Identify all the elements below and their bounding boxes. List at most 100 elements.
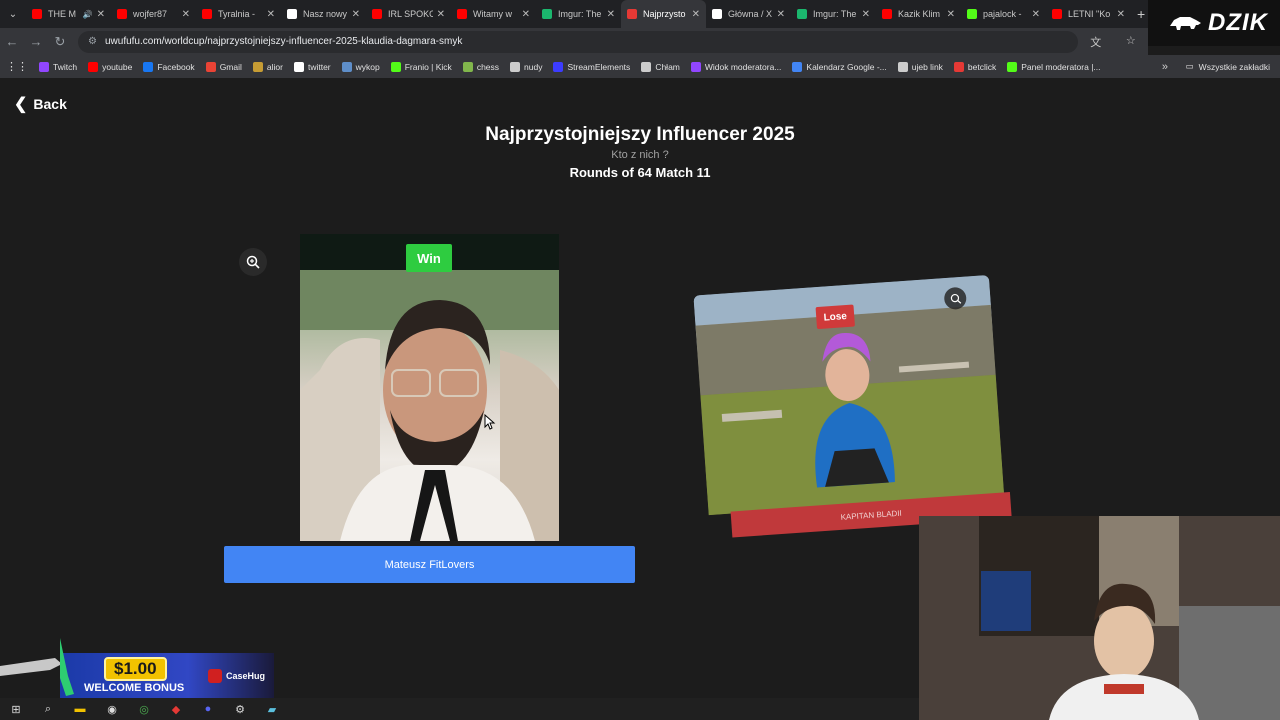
bookmark-label: Widok moderatora...	[704, 61, 782, 72]
search-icon[interactable]: ⌕	[32, 698, 64, 720]
tab-5[interactable]: Witamy w ✕	[451, 0, 536, 28]
webcam-illustration	[919, 516, 1280, 720]
back-button[interactable]: ❮ Back	[14, 94, 67, 114]
ad-brand: CaseHug	[208, 669, 265, 683]
tab-1[interactable]: wojfer87 ✕	[111, 0, 196, 28]
tab-12[interactable]: LETNI "Ko ✕	[1046, 0, 1131, 28]
bookmark-13[interactable]: Kalendarz Google -...	[792, 61, 887, 72]
tab-7[interactable]: Najprzysto ✕	[621, 0, 706, 28]
more-bookmarks-icon[interactable]: »	[1162, 55, 1168, 78]
settings-icon[interactable]: ⚙	[224, 698, 256, 720]
bookmark-8[interactable]: chess	[462, 61, 499, 72]
close-tab-icon[interactable]: ✕	[182, 9, 190, 20]
close-tab-icon[interactable]: ✕	[352, 9, 360, 20]
chrome-icon[interactable]: ◎	[128, 698, 160, 720]
close-tab-icon[interactable]: ✕	[267, 9, 275, 20]
tab-title: Kazik Klim	[898, 9, 941, 19]
tab-8[interactable]: Główna / X ✕	[706, 0, 791, 28]
new-tab-button[interactable]: +	[1137, 6, 1145, 22]
tab-4[interactable]: IRL SPOKO ✕	[366, 0, 451, 28]
bookmark-15[interactable]: betclick	[953, 61, 996, 72]
tab-0[interactable]: THE M 🔊 ✕	[26, 0, 111, 28]
close-tab-icon[interactable]: ✕	[97, 9, 105, 20]
bookmark-12[interactable]: Widok moderatora...	[690, 61, 782, 72]
close-tab-icon[interactable]: ✕	[862, 9, 870, 20]
bookmark-favicon-icon	[897, 61, 908, 72]
bookmarks-bar: ⋮⋮ Twitch youtube Facebook Gmail alior twitte…	[0, 55, 1280, 78]
app-icon[interactable]: ◉	[96, 698, 128, 720]
tab-title: Nasz nowy	[303, 9, 348, 19]
bookmark-favicon-icon	[953, 61, 964, 72]
close-tab-icon[interactable]: ✕	[1117, 9, 1125, 20]
zoom-left-button[interactable]	[239, 248, 267, 276]
all-bookmarks[interactable]: ▭ Wszystkie zakładki	[1186, 55, 1270, 78]
bookmark-11[interactable]: Chłam	[641, 61, 680, 72]
kick-icon	[967, 9, 977, 19]
tab-title: pajalock -	[983, 9, 1022, 19]
tab-6[interactable]: Imgur: The ✕	[536, 0, 621, 28]
close-tab-icon[interactable]: ✕	[1032, 9, 1040, 20]
app-icon-blue[interactable]: ●	[192, 698, 224, 720]
folder-icon: ▭	[1185, 61, 1194, 71]
tab-11[interactable]: pajalock - ✕	[961, 0, 1046, 28]
candidate-right-photo: Lose	[693, 274, 1005, 516]
back-label: Back	[33, 96, 67, 112]
bookmark-14[interactable]: ujeb link	[897, 61, 943, 72]
bookmark-label: ujeb link	[911, 61, 943, 72]
site-info-icon[interactable]: ⚙	[88, 36, 97, 47]
youtube-icon	[1052, 9, 1062, 19]
bookmark-2[interactable]: Facebook	[143, 61, 195, 72]
tab-9[interactable]: Imgur: The ✕	[791, 0, 876, 28]
bookmark-6[interactable]: wykop	[341, 61, 380, 72]
close-tab-icon[interactable]: ✕	[522, 9, 530, 20]
speaker-icon[interactable]: 🔊	[83, 10, 93, 19]
bookmark-favicon-icon	[792, 61, 803, 72]
bookmark-16[interactable]: Panel moderatora |...	[1007, 61, 1101, 72]
close-tab-icon[interactable]: ✕	[607, 9, 615, 20]
bookmark-10[interactable]: StreamElements	[553, 61, 630, 72]
close-tab-icon[interactable]: ✕	[777, 9, 785, 20]
apps-icon[interactable]: ⋮⋮	[6, 60, 28, 73]
bookmark-5[interactable]: twitter	[293, 61, 331, 72]
candidate-left-card[interactable]: Win	[300, 234, 559, 541]
app-icon-red[interactable]: ◆	[160, 698, 192, 720]
close-tab-icon[interactable]: ✕	[692, 9, 700, 20]
bookmark-favicon-icon	[88, 61, 99, 72]
bookmark-favicon-icon	[252, 61, 263, 72]
candidate-right-card[interactable]: Lose KAPITAN BLADII	[693, 274, 1012, 551]
tab-2[interactable]: Tyralnia - ✕	[196, 0, 281, 28]
reload-icon[interactable]: ↻	[48, 34, 72, 50]
tab-search-button[interactable]: ⌄	[0, 0, 26, 28]
translate-icon[interactable]: 文	[1090, 34, 1101, 50]
close-tab-icon[interactable]: ✕	[947, 9, 955, 20]
close-tab-icon[interactable]: ✕	[437, 9, 445, 20]
bookmark-3[interactable]: Gmail	[205, 61, 242, 72]
tab-strip: ⌄ THE M 🔊 ✕ wojfer87 ✕ Tyralnia - ✕ Nasz nowy ✕ I…	[0, 0, 1280, 28]
candidate-left-name-button[interactable]: Mateusz FitLovers	[224, 546, 635, 583]
bookmark-4[interactable]: alior	[252, 61, 283, 72]
bookmark-1[interactable]: youtube	[88, 61, 132, 72]
back-nav-icon[interactable]: ←	[0, 34, 24, 49]
bookmark-label: Facebook	[157, 61, 195, 72]
bookmark-favicon-icon	[143, 61, 154, 72]
tab-3[interactable]: Nasz nowy ✕	[281, 0, 366, 28]
x-icon	[712, 9, 722, 19]
dzik-logo: DZIK	[1148, 0, 1280, 46]
forward-nav-icon[interactable]: →	[24, 34, 48, 49]
bookmark-0[interactable]: Twitch	[39, 61, 77, 72]
bookmark-star-icon[interactable]: ☆	[1126, 34, 1136, 50]
file-explorer-icon[interactable]: ▬	[64, 698, 96, 720]
bookmark-favicon-icon	[510, 61, 521, 72]
app-icon-teal[interactable]: ▰	[256, 698, 288, 720]
bookmark-label: Panel moderatora |...	[1021, 61, 1101, 72]
bookmark-label: Chłam	[655, 61, 680, 72]
magnifier-plus-icon	[246, 255, 260, 269]
tab-10[interactable]: Kazik Klim ✕	[876, 0, 961, 28]
bookmark-label: nudy	[524, 61, 543, 72]
url-field[interactable]: ⚙ uwufufu.com/worldcup/najprzystojniejsz…	[78, 30, 1078, 53]
page-subtitle: Kto z nich ?	[611, 149, 669, 161]
windows-start-icon[interactable]: ⊞	[0, 698, 32, 720]
bookmark-9[interactable]: nudy	[510, 61, 543, 72]
bookmark-7[interactable]: Franio | Kick	[390, 61, 452, 72]
bookmark-favicon-icon	[205, 61, 216, 72]
